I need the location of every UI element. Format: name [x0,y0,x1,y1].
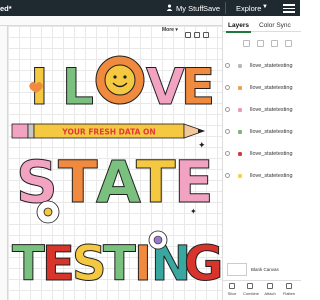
visibility-icon[interactable] [225,151,230,156]
tab-color-sync[interactable]: Color Sync [259,22,291,29]
layer-name: llove_statetesting [250,85,293,91]
sunflower-smiley-icon [95,55,145,105]
delete-icon[interactable] [285,40,292,47]
blank-canvas-row[interactable]: Blank Canvas [223,262,301,276]
arrange-icon[interactable] [194,32,200,38]
state-letter-t: T [58,148,98,216]
testing-letter-g: G [184,236,222,292]
align-icon[interactable] [185,32,191,38]
testing-word: T E S T I N G [12,236,223,293]
flip-icon[interactable] [203,32,209,38]
flatten-label: Flatten [282,291,296,296]
blank-canvas-swatch[interactable] [227,263,247,276]
daisy-flower-icon [36,200,60,224]
combine-button[interactable]: Combine [243,283,260,296]
ungroup-icon[interactable] [257,40,264,47]
duplicate-icon[interactable] [271,40,278,47]
testing-letter-s: S [72,236,107,292]
topbar-divider [225,2,226,14]
person-icon [166,4,173,11]
slice-label: Slice [227,291,237,296]
save-button[interactable]: Save [203,4,220,13]
layer-row[interactable]: llove_statetesting [223,60,301,72]
chevron-down-icon[interactable]: ▼ [262,4,268,10]
layer-thumbnail [235,83,245,93]
state-letter-a: A [96,148,141,216]
layers-panel: Layers Color Sync llove_statetestingllov… [222,16,301,300]
state-letter-t2: T [136,148,176,216]
visibility-icon[interactable] [225,173,230,178]
letter-v: V [146,58,185,116]
layer-thumbnail [235,171,245,181]
layer-name: llove_statetesting [250,173,293,179]
my-stuff-link[interactable]: My Stuff [176,4,203,13]
layer-name: llove_statetesting [250,107,293,113]
layer-thumbnail [235,61,245,71]
blank-canvas-label: Blank Canvas [251,267,279,272]
design-canvas[interactable]: More ▾ I L V E YOUR FRESH DATA ON S [0,16,222,300]
layer-row[interactable]: llove_statetesting [223,126,301,138]
layer-row[interactable]: llove_statetesting [223,170,301,182]
flatten-icon [286,283,292,289]
flatten-button[interactable]: Flatten [282,283,296,296]
layer-name: llove_statetesting [250,63,293,69]
hamburger-menu-icon[interactable] [283,2,295,14]
attach-label: Attach [264,291,276,296]
attach-button[interactable]: Attach [263,283,277,296]
layer-thumbnail [235,105,245,115]
sparkle-icon: ✦ [198,140,206,150]
visibility-icon[interactable] [225,107,230,112]
i-love-state-testing-artwork[interactable]: I L V E YOUR FRESH DATA ON S T A T [8,42,222,300]
testing-letter-i: I [134,236,152,292]
letter-e: E [181,58,215,116]
pencil-banner: YOUR FRESH DATA ON [11,123,206,139]
layer-row[interactable]: llove_statetesting [223,104,301,116]
visibility-icon[interactable] [225,129,230,134]
layer-row[interactable]: llove_statetesting [223,148,301,160]
combine-icon [247,283,253,289]
pencil-text: YOUR FRESH DATA ON [61,128,155,137]
state-letter-e: E [174,148,214,216]
slice-icon [229,283,235,289]
layer-name: llove_statetesting [250,151,293,157]
sparkle-icon: ✦ [190,207,197,216]
panel-tabs: Layers Color Sync [223,16,301,33]
tab-layers[interactable]: Layers [228,22,249,29]
visibility-icon[interactable] [225,63,230,68]
explore-menu[interactable]: Explore [236,4,261,13]
slice-button[interactable]: Slice [225,283,239,296]
more-button[interactable]: More ▾ [162,27,178,33]
testing-letter-t2: T [103,236,136,292]
layer-thumbnail [235,149,245,159]
letter-l: L [62,58,94,116]
testing-letter-e: E [42,236,75,292]
combine-label: Combine [243,291,260,296]
peace-flower-icon [148,230,168,250]
left-ruler [0,26,8,300]
layer-name: llove_statetesting [250,129,293,135]
attach-icon [267,283,273,289]
canvas-toolbar [185,25,219,38]
layer-row[interactable]: llove_statetesting [223,82,301,94]
bottom-actions-bar: Slice Combine Attach Flatten [223,280,301,300]
layer-tools [223,40,301,52]
top-bar: ed* My Stuff Save Explore ▼ [0,0,300,16]
visibility-icon[interactable] [225,85,230,90]
testing-letter-t: T [12,236,45,292]
layer-thumbnail [235,127,245,137]
document-title: ed* [0,4,12,13]
group-icon[interactable] [243,40,250,47]
active-tab-indicator [226,31,251,33]
